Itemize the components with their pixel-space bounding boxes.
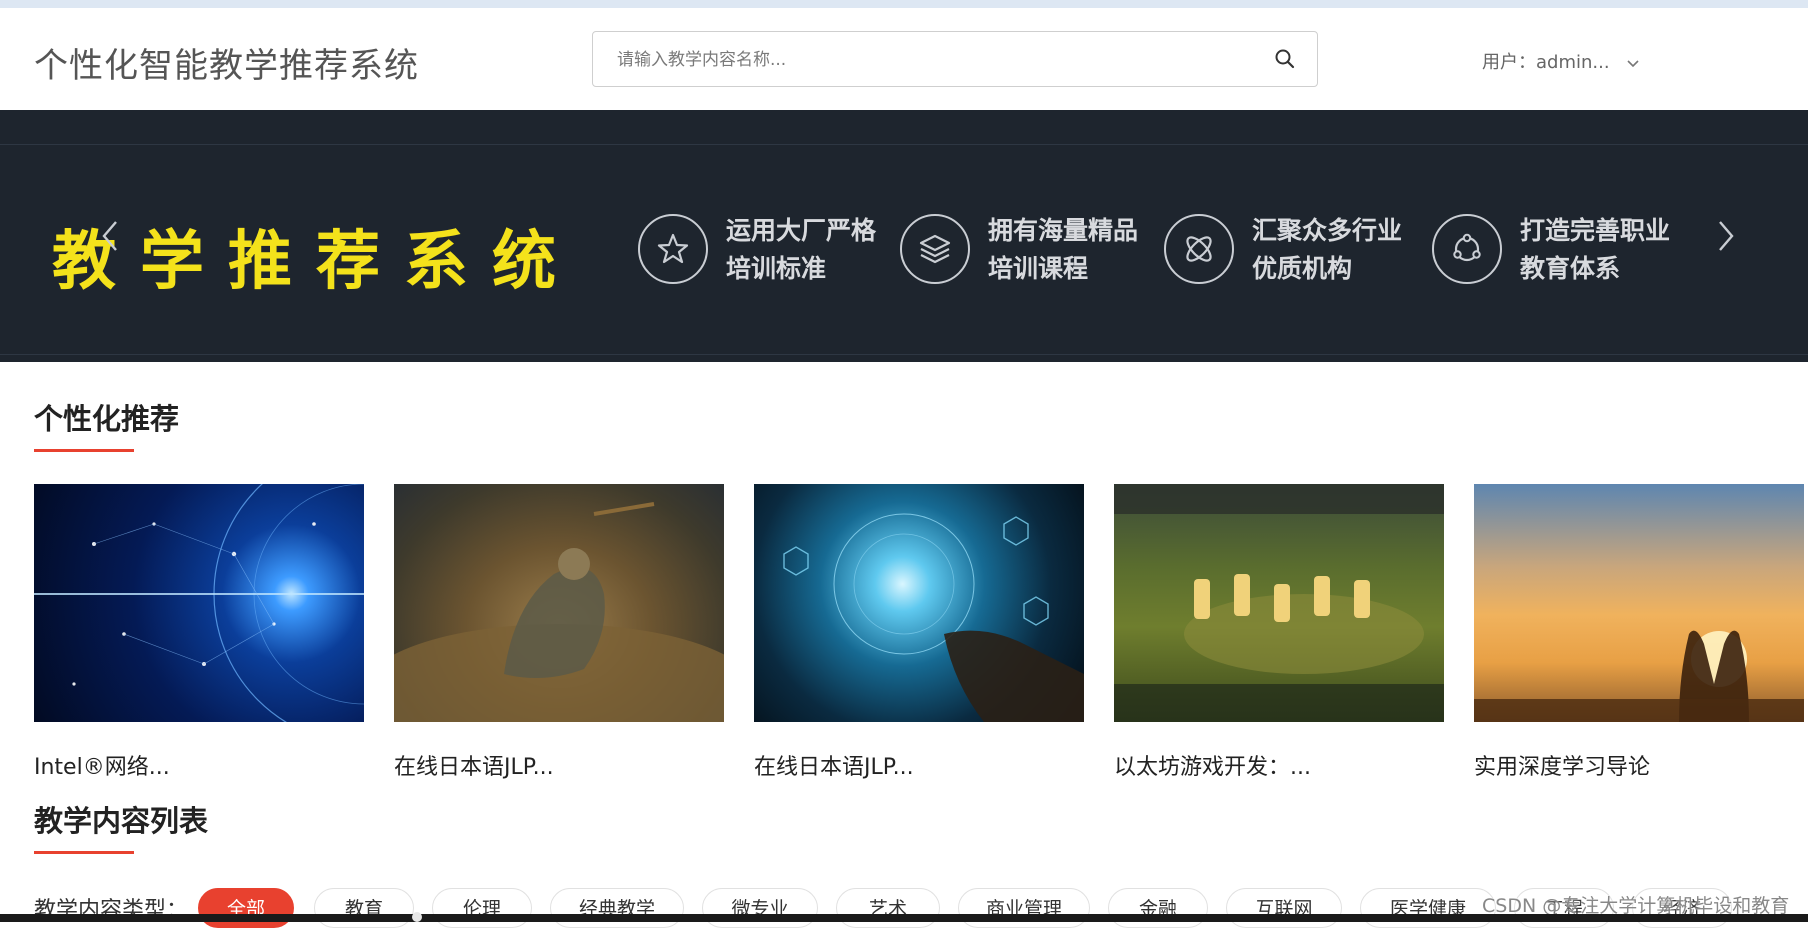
sunset-hands-graphic <box>1474 630 1804 722</box>
category-chip-finance[interactable]: 金融 <box>1108 888 1208 928</box>
seated-figure-graphic <box>394 502 724 722</box>
course-thumbnail-network-globe[interactable] <box>34 484 364 722</box>
banner-title: 教学推荐系统 <box>52 225 580 299</box>
game-scene-graphic <box>1114 484 1444 722</box>
content-list-title-underline <box>34 851 134 854</box>
feature-1-line1: 运用大厂严格 <box>726 216 877 245</box>
banner-feature-2: 拥有海量精品 培训课程 <box>900 212 1140 292</box>
banner-divider-bottom <box>0 354 1808 355</box>
category-chip-micro-major[interactable]: 微专业 <box>702 888 818 928</box>
network-icon <box>1453 233 1481 262</box>
recommend-title-underline <box>34 449 134 452</box>
banner-feature-1: 运用大厂严格 培训标准 <box>638 212 878 292</box>
search-input[interactable] <box>615 32 1259 88</box>
banner-carousel: 教学推荐系统 运用大厂严格 培训标准 拥有海量精品 培训课程 汇聚众多行业 优质… <box>0 110 1808 362</box>
star-icon <box>657 233 689 264</box>
feature-1-line2: 培训标准 <box>726 254 827 283</box>
category-chip-internet[interactable]: 互联网 <box>1226 888 1342 928</box>
recommend-card[interactable]: 以太坊游戏开发：... <box>1114 484 1444 780</box>
recommend-section-title: 个性化推荐 <box>34 402 180 436</box>
user-label: 用户： <box>1482 52 1536 73</box>
feature-2-line1: 拥有海量精品 <box>988 216 1139 245</box>
feature-2-line2: 培训课程 <box>988 254 1089 283</box>
progress-knob[interactable] <box>412 912 422 922</box>
feature-3-line2: 优质机构 <box>1252 254 1353 283</box>
course-thumbnail-digital-hand[interactable] <box>754 484 1084 722</box>
chevron-down-icon <box>1627 60 1639 68</box>
recommend-card[interactable]: Intel®网络... <box>34 484 364 780</box>
category-chip-all[interactable]: 全部 <box>198 888 294 928</box>
video-progress-bar[interactable] <box>0 912 1808 922</box>
category-chip-business-management[interactable]: 商业管理 <box>958 888 1090 928</box>
category-chip-medical-health[interactable]: 医学健康 <box>1360 888 1496 928</box>
category-chip-education[interactable]: 教育 <box>314 888 414 928</box>
recommend-card[interactable]: 在线日本语JLP... <box>394 484 724 780</box>
course-title[interactable]: Intel®网络... <box>34 749 170 781</box>
globe-network-graphic <box>34 484 364 722</box>
course-title[interactable]: 实用深度学习导论 <box>1474 749 1650 781</box>
course-title[interactable]: 以太坊游戏开发：... <box>1114 749 1311 781</box>
feature-3-line1: 汇聚众多行业 <box>1252 216 1403 245</box>
feature-4-line2: 教育体系 <box>1520 254 1621 283</box>
category-chip-art[interactable]: 艺术 <box>836 888 940 928</box>
banner-feature-3: 汇聚众多行业 优质机构 <box>1164 212 1404 292</box>
banner-feature-4: 打造完善职业 教育体系 <box>1432 212 1672 292</box>
carousel-prev-arrow-icon[interactable] <box>96 214 124 258</box>
layers-icon <box>919 234 951 264</box>
course-thumbnail-game-scene[interactable] <box>1114 484 1444 722</box>
banner-divider-top <box>0 144 1808 145</box>
search-box <box>592 31 1318 88</box>
site-header: 个性化智能教学推荐系统 用户：admin... <box>0 8 1808 110</box>
course-thumbnail-painting-figure[interactable] <box>394 484 724 722</box>
search-icon[interactable] <box>1273 47 1297 71</box>
digital-sphere-graphic <box>783 513 1084 722</box>
carousel-next-arrow-icon[interactable] <box>1712 214 1740 258</box>
content-list-section-title: 教学内容列表 <box>34 804 209 838</box>
user-name: admin... <box>1536 52 1610 73</box>
category-chip-ethics[interactable]: 伦理 <box>432 888 532 928</box>
site-title[interactable]: 个性化智能教学推荐系统 <box>34 38 419 87</box>
recommend-card[interactable]: 实用深度学习导论 <box>1474 484 1804 780</box>
user-menu[interactable]: 用户：admin... <box>1482 48 1641 74</box>
course-title[interactable]: 在线日本语JLP... <box>394 749 554 781</box>
category-chip-classic-teaching[interactable]: 经典教学 <box>550 888 684 928</box>
feature-4-line1: 打造完善职业 <box>1520 216 1671 245</box>
atom-icon <box>1186 236 1212 262</box>
course-title[interactable]: 在线日本语JLP... <box>754 749 914 781</box>
recommend-card[interactable]: 在线日本语JLP... <box>754 484 1084 780</box>
course-thumbnail-sunset-hands[interactable] <box>1474 484 1804 722</box>
